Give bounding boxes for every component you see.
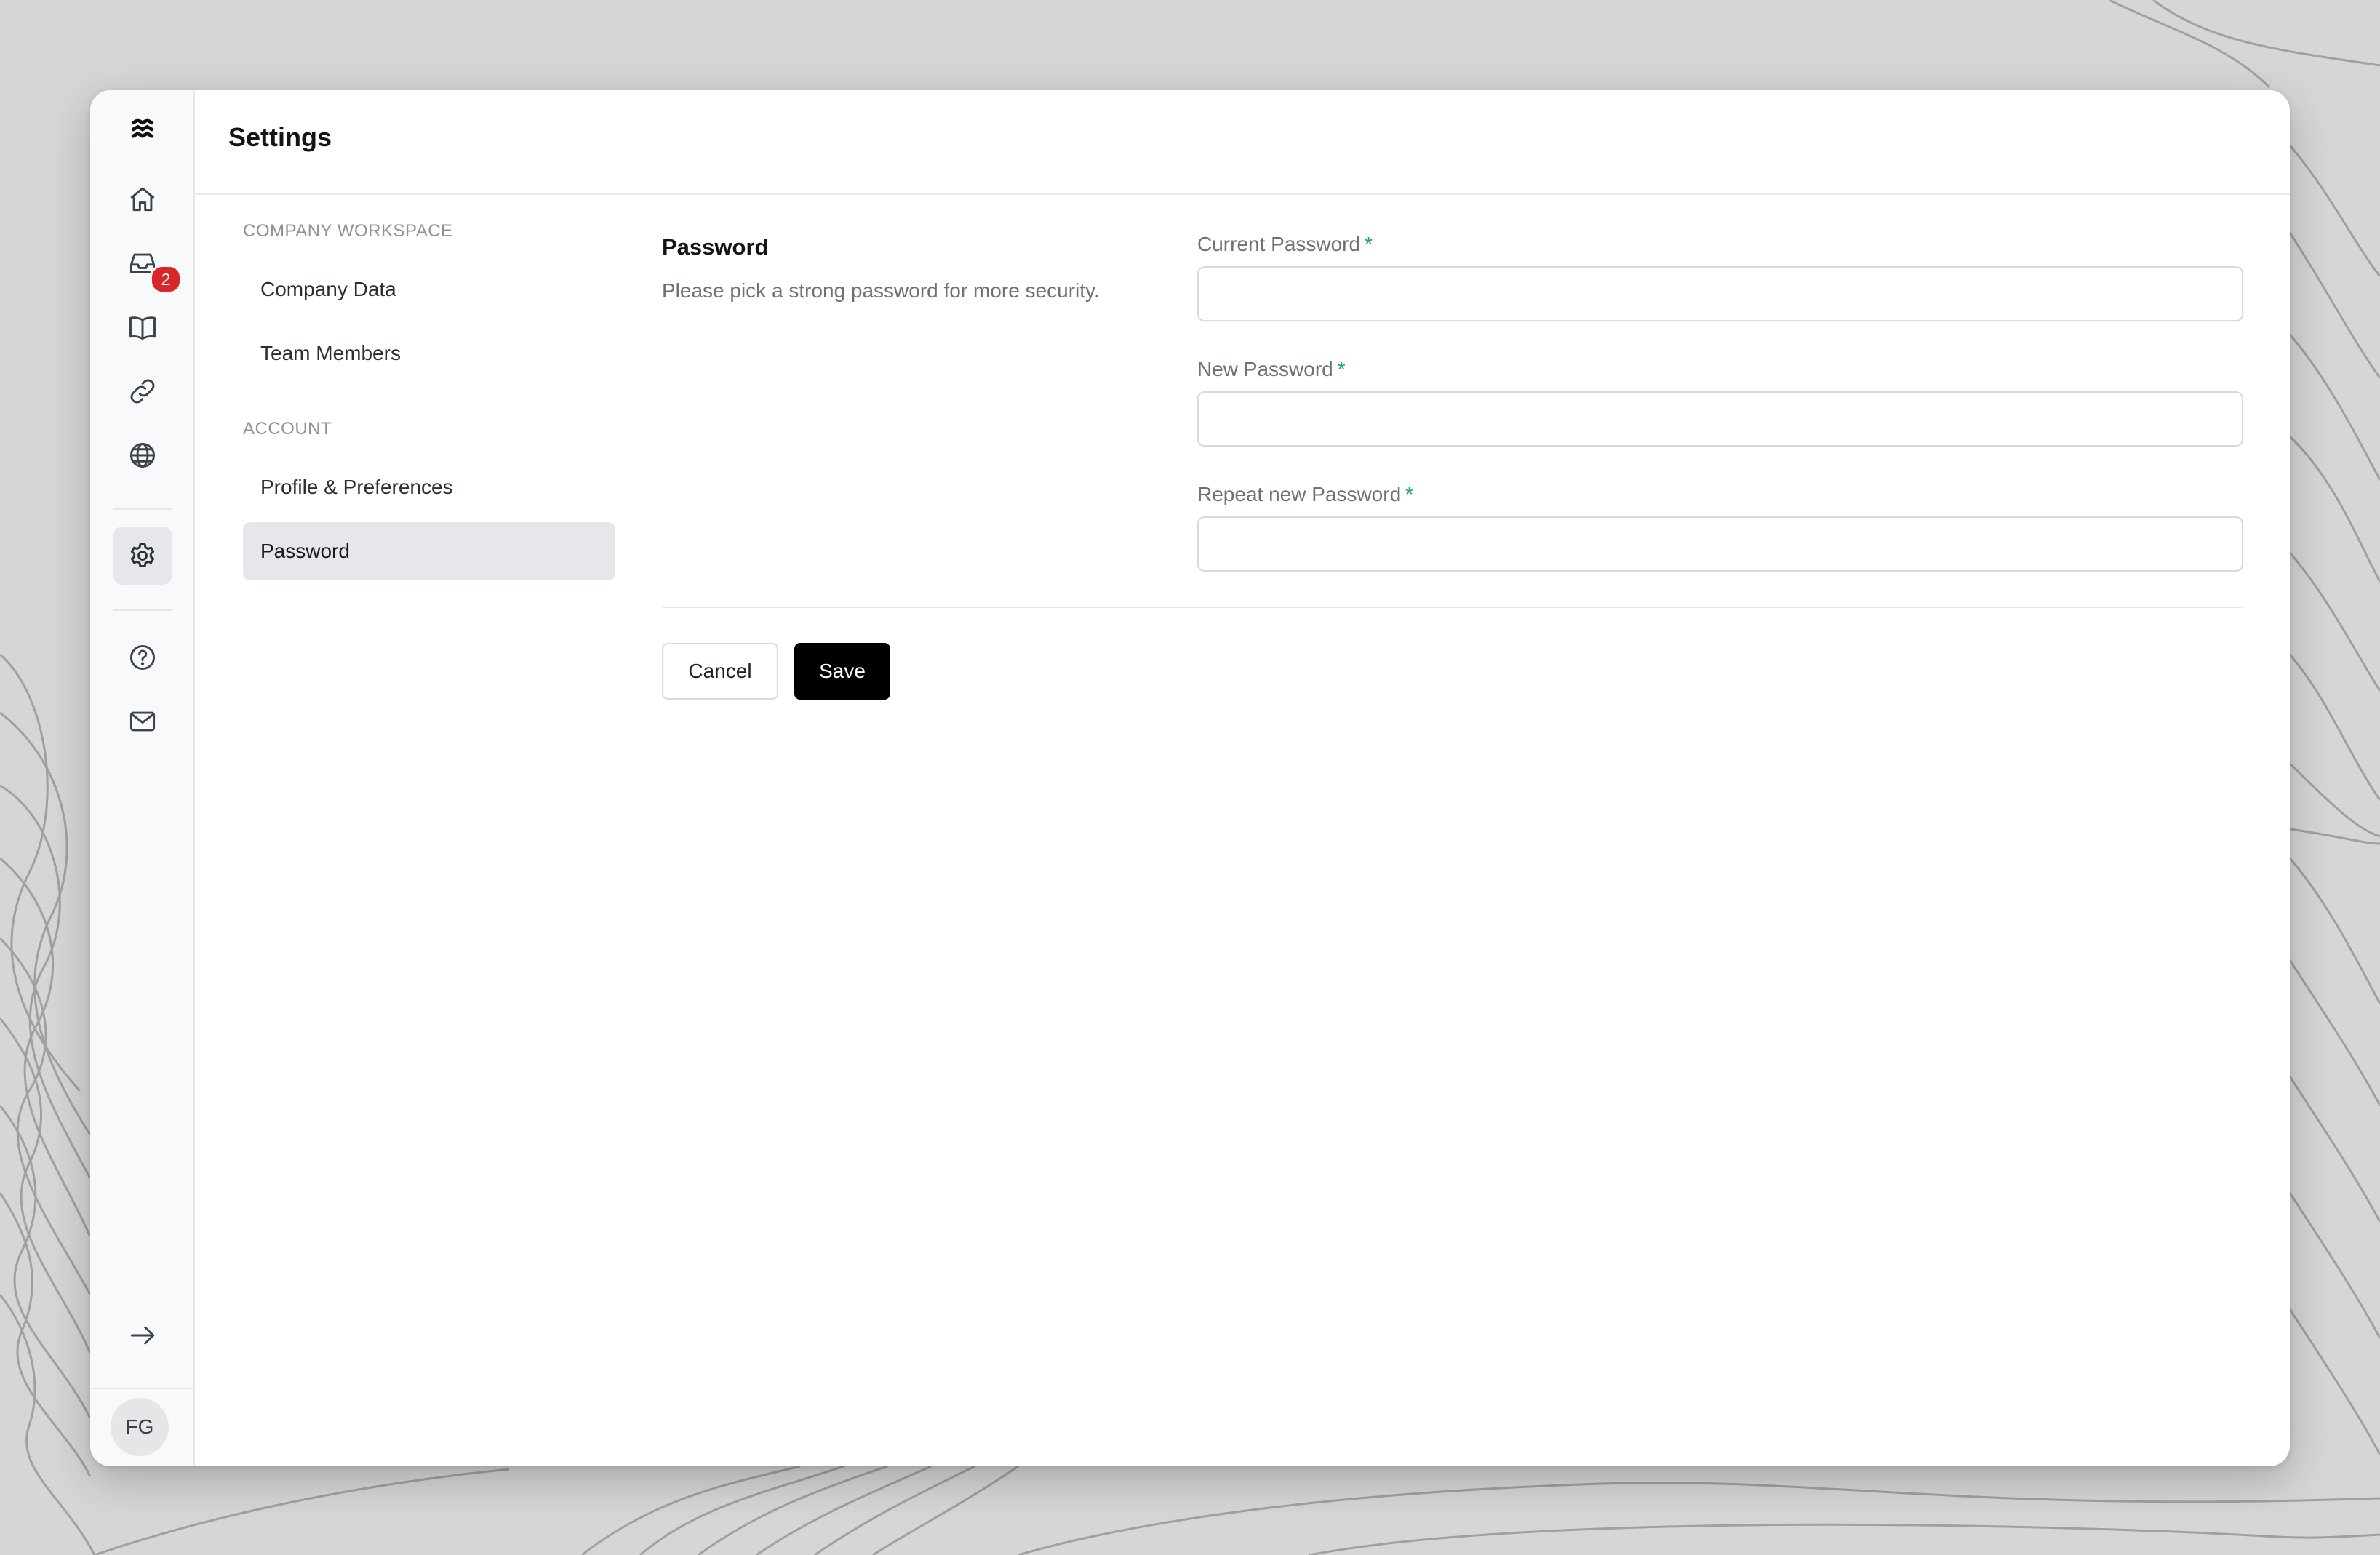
globe-icon[interactable] [113, 426, 172, 484]
book-icon[interactable] [113, 298, 172, 356]
section-title: Password [662, 234, 769, 260]
nav-item-company-data[interactable]: Company Data [243, 260, 615, 319]
current-password-input[interactable] [1197, 266, 2243, 321]
new-password-label-text: New Password [1197, 358, 1333, 380]
repeat-password-input[interactable] [1197, 516, 2243, 572]
page-header [195, 90, 2290, 195]
arrow-right-icon[interactable] [113, 1306, 172, 1364]
form-divider [662, 607, 2243, 608]
new-password-label: New Password * [1197, 358, 1346, 381]
nav-section-account: ACCOUNT [243, 419, 332, 439]
nav-item-team-members[interactable]: Team Members [243, 324, 615, 383]
nav-section-company-workspace: COMPANY WORKSPACE [243, 221, 453, 241]
rail-footer-divider [90, 1388, 195, 1389]
avatar[interactable]: FG [111, 1398, 169, 1456]
required-marker: * [1365, 233, 1373, 255]
current-password-label-text: Current Password [1197, 233, 1361, 255]
repeat-password-label-text: Repeat new Password [1197, 483, 1402, 505]
rail-divider [113, 609, 172, 611]
required-marker: * [1337, 358, 1346, 380]
rail-divider [113, 508, 172, 510]
app-window: 2 FG Settings COMPANY WORKSPACE Company … [90, 90, 2290, 1466]
gear-icon[interactable] [113, 527, 172, 585]
logo-icon[interactable] [113, 100, 172, 159]
help-icon[interactable] [113, 628, 172, 687]
mail-icon[interactable] [113, 692, 172, 751]
current-password-label: Current Password * [1197, 233, 1373, 256]
save-button[interactable]: Save [794, 643, 890, 700]
required-marker: * [1405, 483, 1414, 505]
section-description: Please pick a strong password for more s… [662, 279, 1100, 302]
nav-item-password[interactable]: Password [243, 522, 615, 580]
repeat-password-label: Repeat new Password * [1197, 483, 1413, 506]
inbox-badge: 2 [150, 265, 182, 294]
home-icon[interactable] [113, 170, 172, 228]
page-title: Settings [228, 122, 332, 152]
icon-rail: 2 FG [90, 90, 195, 1466]
nav-item-profile-preferences[interactable]: Profile & Preferences [243, 458, 615, 516]
inbox-icon[interactable]: 2 [113, 234, 182, 294]
link-icon[interactable] [113, 362, 172, 420]
cancel-button[interactable]: Cancel [662, 643, 778, 700]
new-password-input[interactable] [1197, 391, 2243, 447]
